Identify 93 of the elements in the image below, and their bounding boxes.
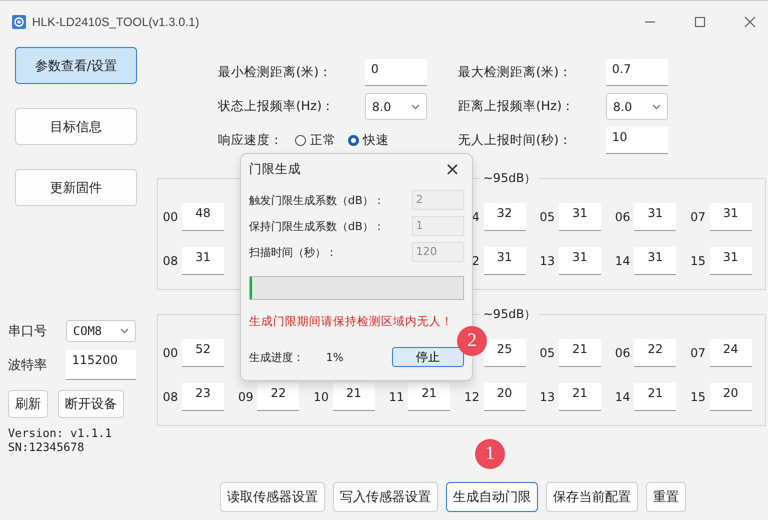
nav-button[interactable]: 目标信息 <box>15 108 137 145</box>
gate-field[interactable]: 24 <box>710 339 752 367</box>
gate-field[interactable]: 31 <box>634 203 676 231</box>
group-title: ~95dB） <box>480 170 540 187</box>
gate-field[interactable]: 21 <box>634 383 676 411</box>
gate-label: 10 <box>313 390 329 404</box>
maximize-icon[interactable] <box>694 16 706 28</box>
gate-field[interactable]: 48 <box>182 203 224 231</box>
version-text: Version: v1.1.1 <box>8 426 113 440</box>
gate-field[interactable]: 21 <box>558 339 601 367</box>
serial-button[interactable]: 刷新 <box>8 390 48 418</box>
gate-label: 14 <box>614 390 630 404</box>
port-label: 串口号 <box>8 323 48 340</box>
gate-label: 15 <box>690 254 706 268</box>
gate-field[interactable]: 31 <box>558 203 601 231</box>
param-label: 最大检测距离(米)： <box>457 64 573 81</box>
serial-number-text: SN:12345678 <box>8 440 86 454</box>
app-icon <box>12 15 26 29</box>
gate-label: 11 <box>388 390 404 404</box>
dialog-label: 扫描时间（秒）： <box>249 244 337 260</box>
param-dropdown[interactable]: 8.0 <box>606 93 668 120</box>
gate-field[interactable]: 31 <box>710 247 752 275</box>
gate-label: 05 <box>540 346 555 360</box>
gate-field[interactable]: 52 <box>182 339 224 367</box>
gate-label: 12 <box>464 390 480 404</box>
gate-field[interactable]: 25 <box>484 339 526 367</box>
param-label: 响应速度： <box>218 132 283 149</box>
gate-field[interactable]: 31 <box>710 203 752 231</box>
gate-field[interactable]: 23 <box>182 383 224 411</box>
progress-value: 1% <box>326 350 344 364</box>
gate-label: 08 <box>162 390 178 404</box>
close-button[interactable]: × <box>440 158 464 180</box>
chevron-down-icon <box>411 104 420 110</box>
param-label: 最小检测距离(米)： <box>218 64 333 81</box>
action-button[interactable]: 保存当前配置 <box>546 482 638 512</box>
radio-option[interactable]: 快速 <box>348 132 389 149</box>
nav-button[interactable]: 更新固件 <box>15 169 137 206</box>
gate-label: 07 <box>690 346 706 360</box>
serial-button[interactable]: 断开设备 <box>58 390 124 418</box>
param-label: 状态上报频率(Hz)： <box>218 98 336 115</box>
param-field[interactable]: 0.7 <box>606 59 668 86</box>
baud-label: 波特率 <box>8 357 48 374</box>
gate-field[interactable]: 31 <box>182 247 224 275</box>
gate-field[interactable]: 21 <box>332 383 375 411</box>
param-field[interactable]: 0 <box>365 59 427 86</box>
gate-label: 08 <box>162 254 178 268</box>
chevron-down-icon <box>120 328 129 334</box>
gate-field[interactable]: 22 <box>257 383 300 411</box>
radio-option[interactable]: 正常 <box>295 132 336 149</box>
baud-field[interactable]: 115200 <box>66 350 136 380</box>
stop-button[interactable]: 停止 <box>392 347 464 367</box>
nav-button[interactable]: 参数查看/设置 <box>15 47 137 84</box>
gate-label: 13 <box>540 254 555 268</box>
gate-label: 00 <box>162 346 178 360</box>
close-icon[interactable] <box>744 16 756 28</box>
param-label: 无人上报时间(秒)： <box>457 132 573 149</box>
gate-label: 06 <box>614 210 630 224</box>
group-title: ~95dB） <box>480 306 540 323</box>
gate-label: 2 <box>472 254 480 268</box>
gate-label: 15 <box>690 390 706 404</box>
gate-label: 06 <box>614 346 630 360</box>
gate-label: 07 <box>690 210 706 224</box>
action-button[interactable]: 生成自动门限 <box>446 482 538 512</box>
param-dropdown[interactable]: 8.0 <box>365 93 427 120</box>
gate-label: 13 <box>540 390 555 404</box>
action-button[interactable]: 读取传感器设置 <box>220 482 325 512</box>
dialog-title: 门限生成 <box>249 160 301 178</box>
gate-label: 05 <box>540 210 555 224</box>
step-badge: 1 <box>475 439 505 469</box>
gate-label: 00 <box>162 210 178 224</box>
gate-label: 4 <box>472 210 480 224</box>
param-label: 距离上报频率(Hz)： <box>457 98 576 115</box>
chevron-down-icon <box>652 104 661 110</box>
gate-field[interactable]: 21 <box>408 383 450 411</box>
action-button[interactable]: 写入传感器设置 <box>333 482 438 512</box>
gate-label: 09 <box>238 390 254 404</box>
gate-field[interactable]: 31 <box>634 247 676 275</box>
gate-field[interactable]: 20 <box>484 383 526 411</box>
warning-text: 生成门限期间请保持检测区域内无人！ <box>249 314 454 329</box>
progress-label: 生成进度： <box>249 350 304 364</box>
gate-field[interactable]: 20 <box>710 383 752 411</box>
dialog-label: 保持门限生成系数（dB）： <box>249 218 385 234</box>
gate-label: 14 <box>614 254 630 268</box>
gate-field[interactable]: 21 <box>558 383 601 411</box>
action-button[interactable]: 重置 <box>646 482 686 512</box>
gate-field[interactable]: 31 <box>558 247 601 275</box>
port-dropdown[interactable]: COM8 <box>66 320 136 342</box>
window-title: HLK-LD2410S_TOOL(v1.3.0.1) <box>32 15 200 29</box>
gate-field[interactable]: 31 <box>484 247 526 275</box>
gate-field[interactable]: 32 <box>484 203 526 231</box>
gate-field[interactable]: 22 <box>634 339 676 367</box>
dialog-label: 触发门限生成系数（dB）： <box>249 192 385 208</box>
param-field[interactable]: 10 <box>606 127 668 154</box>
